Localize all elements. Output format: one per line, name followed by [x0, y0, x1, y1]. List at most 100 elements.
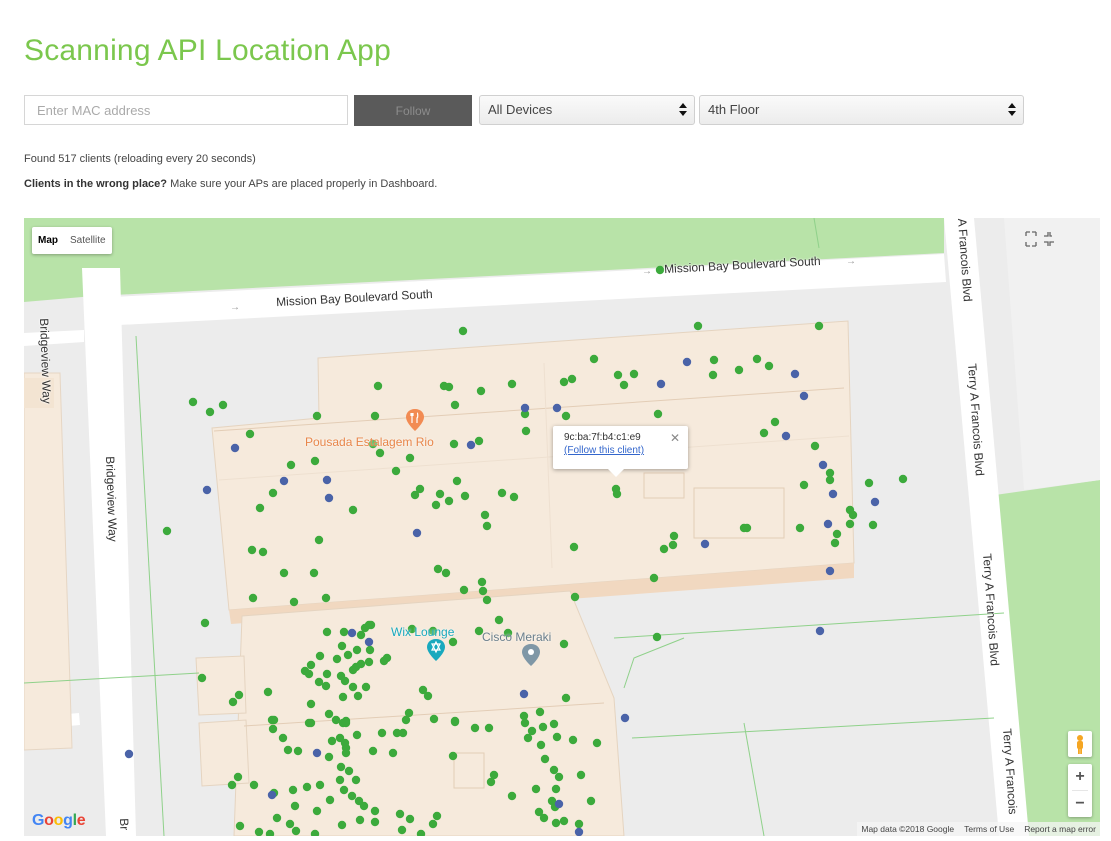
client-dot[interactable]	[228, 697, 238, 707]
client-dot[interactable]	[336, 762, 346, 772]
client-dot[interactable]	[759, 428, 769, 438]
follow-button[interactable]: Follow	[354, 95, 472, 126]
client-dot[interactable]	[321, 681, 331, 691]
client-dot[interactable]	[188, 397, 198, 407]
client-dot[interactable]	[423, 691, 433, 701]
client-dot[interactable]	[435, 489, 445, 499]
client-dot[interactable]	[332, 654, 342, 664]
client-dot[interactable]	[306, 718, 316, 728]
lounge-pin-icon[interactable]	[426, 638, 446, 662]
client-dot[interactable]	[898, 474, 908, 484]
street-view-pegman-button[interactable]	[1068, 731, 1092, 757]
client-dot[interactable]	[279, 568, 289, 578]
client-dot[interactable]	[278, 733, 288, 743]
client-dot[interactable]	[655, 265, 665, 275]
mac-address-input[interactable]	[24, 95, 348, 125]
client-dot[interactable]	[321, 593, 331, 603]
client-dot[interactable]	[574, 827, 584, 836]
client-dot[interactable]	[551, 818, 561, 828]
floor-select[interactable]: 4th Floor	[699, 95, 1024, 125]
client-dot[interactable]	[433, 564, 443, 574]
client-dot[interactable]	[339, 785, 349, 795]
client-dot[interactable]	[341, 748, 351, 758]
client-dot[interactable]	[258, 547, 268, 557]
client-dot[interactable]	[482, 521, 492, 531]
client-dot[interactable]	[245, 429, 255, 439]
client-dot[interactable]	[742, 523, 752, 533]
client-dot[interactable]	[265, 829, 275, 836]
client-dot[interactable]	[799, 480, 809, 490]
client-dot[interactable]	[355, 815, 365, 825]
client-dot[interactable]	[752, 354, 762, 364]
client-dot[interactable]	[559, 816, 569, 826]
client-dot[interactable]	[162, 526, 172, 536]
client-dot[interactable]	[315, 780, 325, 790]
client-dot[interactable]	[302, 782, 312, 792]
client-dot[interactable]	[218, 400, 228, 410]
client-dot[interactable]	[551, 784, 561, 794]
client-dot[interactable]	[482, 595, 492, 605]
client-dot[interactable]	[552, 403, 562, 413]
client-dot[interactable]	[848, 510, 858, 520]
client-dot[interactable]	[659, 544, 669, 554]
client-dot[interactable]	[561, 411, 571, 421]
client-dot[interactable]	[507, 791, 517, 801]
device-filter-select[interactable]: All Devices	[479, 95, 695, 125]
client-dot[interactable]	[448, 637, 458, 647]
client-dot[interactable]	[255, 503, 265, 513]
client-dot[interactable]	[377, 728, 387, 738]
client-dot[interactable]	[304, 669, 314, 679]
client-dot[interactable]	[870, 497, 880, 507]
client-dot[interactable]	[324, 709, 334, 719]
client-dot[interactable]	[405, 814, 415, 824]
client-dot[interactable]	[269, 715, 279, 725]
client-dot[interactable]	[470, 723, 480, 733]
client-dot[interactable]	[327, 736, 337, 746]
client-dot[interactable]	[570, 592, 580, 602]
client-dot[interactable]	[574, 819, 584, 829]
client-dot[interactable]	[312, 411, 322, 421]
client-dot[interactable]	[549, 765, 559, 775]
client-dot[interactable]	[535, 707, 545, 717]
client-dot[interactable]	[653, 409, 663, 419]
client-dot[interactable]	[823, 519, 833, 529]
client-dot[interactable]	[230, 443, 240, 453]
client-dot[interactable]	[429, 714, 439, 724]
client-dot[interactable]	[708, 370, 718, 380]
client-dot[interactable]	[348, 505, 358, 515]
client-dot[interactable]	[459, 585, 469, 595]
client-dot[interactable]	[868, 520, 878, 530]
client-dot[interactable]	[519, 689, 529, 699]
client-dot[interactable]	[324, 493, 334, 503]
client-dot[interactable]	[309, 568, 319, 578]
restaurant-pin-icon[interactable]	[405, 408, 425, 432]
client-dot[interactable]	[450, 400, 460, 410]
terms-of-use-link[interactable]: Terms of Use	[964, 824, 1014, 834]
client-dot[interactable]	[830, 538, 840, 548]
client-dot[interactable]	[291, 826, 301, 836]
client-dot[interactable]	[790, 369, 800, 379]
client-dot[interactable]	[480, 510, 490, 520]
client-dot[interactable]	[458, 326, 468, 336]
client-dot[interactable]	[795, 523, 805, 533]
client-dot[interactable]	[538, 722, 548, 732]
client-dot[interactable]	[682, 357, 692, 367]
client-dot[interactable]	[668, 540, 678, 550]
client-dot[interactable]	[370, 411, 380, 421]
client-dot[interactable]	[531, 784, 541, 794]
client-dot[interactable]	[352, 730, 362, 740]
client-dot[interactable]	[337, 641, 347, 651]
zoom-in-button[interactable]: +	[1068, 764, 1092, 790]
client-dot[interactable]	[361, 682, 371, 692]
client-dot[interactable]	[267, 790, 277, 800]
client-dot[interactable]	[619, 380, 629, 390]
client-dot[interactable]	[444, 382, 454, 392]
client-dot[interactable]	[366, 620, 376, 630]
client-dot[interactable]	[375, 448, 385, 458]
client-dot[interactable]	[268, 724, 278, 734]
client-dot[interactable]	[484, 723, 494, 733]
client-dot[interactable]	[700, 539, 710, 549]
client-dot[interactable]	[306, 699, 316, 709]
client-dot[interactable]	[416, 829, 426, 836]
client-dot[interactable]	[450, 717, 460, 727]
